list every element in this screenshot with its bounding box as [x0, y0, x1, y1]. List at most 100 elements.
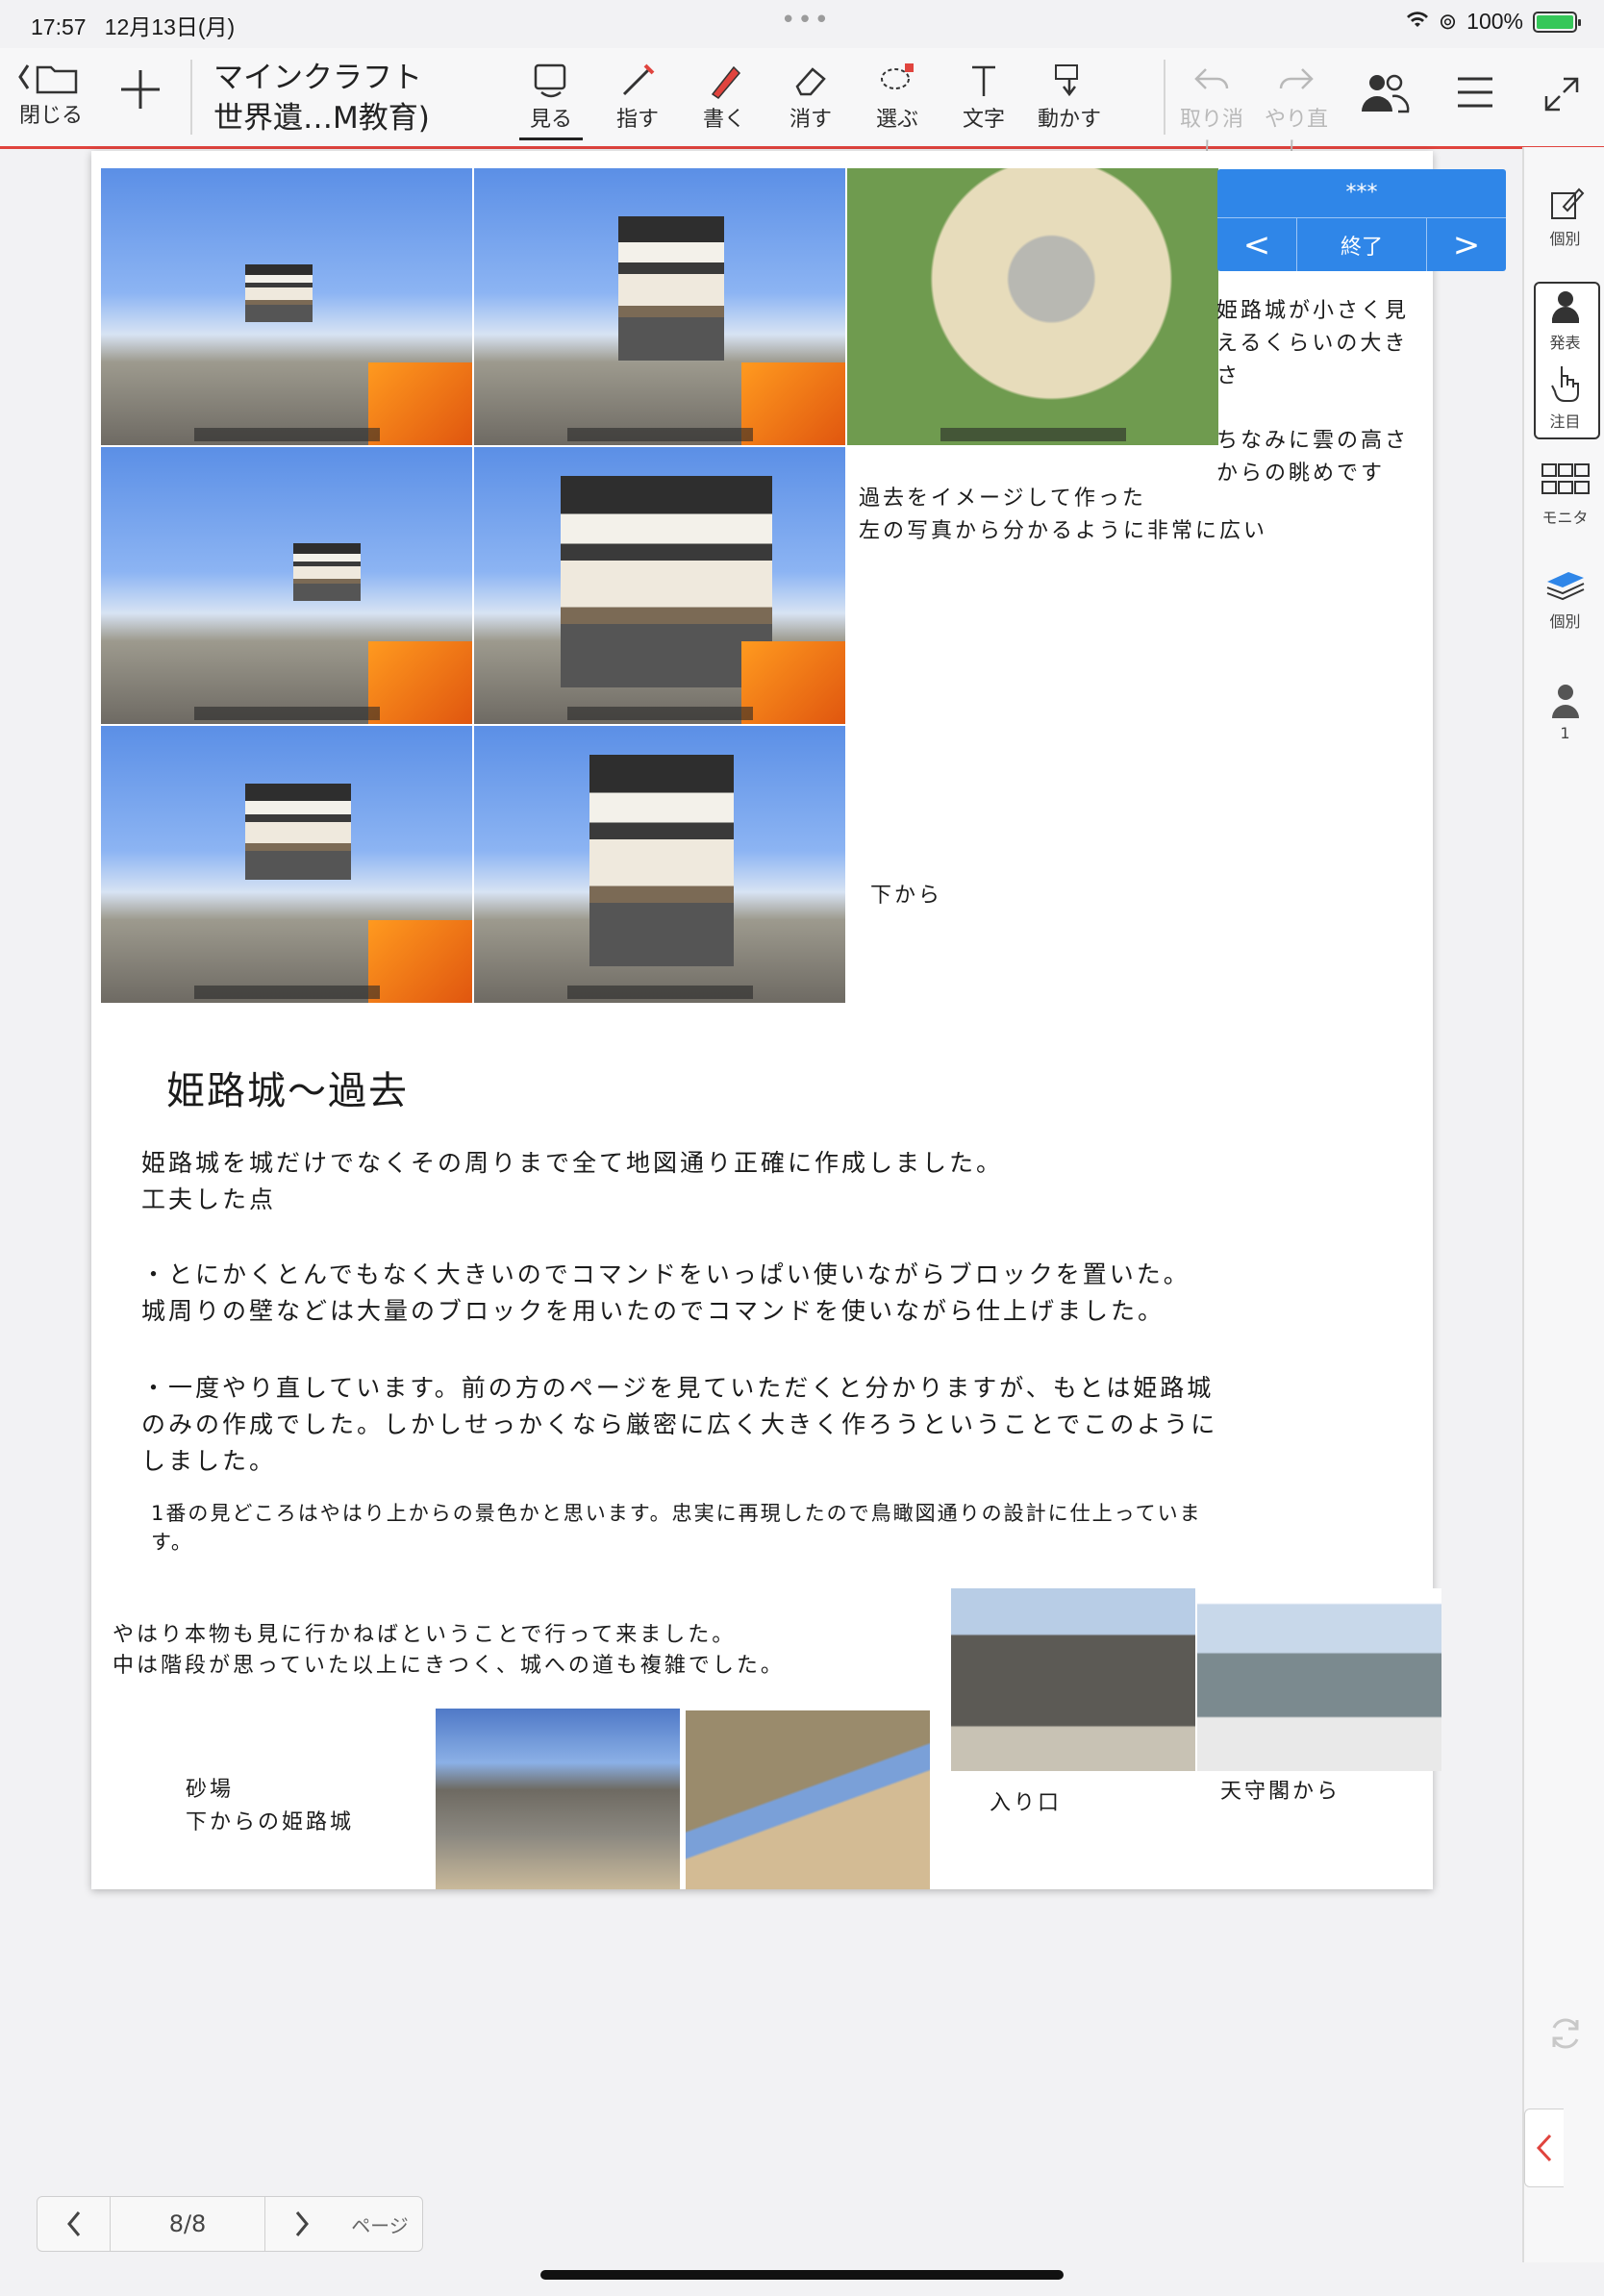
page-indicator[interactable]: 8/8	[111, 2197, 265, 2251]
tool-erase-button[interactable]: 消す	[779, 60, 842, 133]
paragraph-point-1: ・とにかくとんでもなく大きいのでコマンドをいっぱい使いながらブロックを置いた。 …	[141, 1260, 1190, 1325]
slide-next-button[interactable]: >	[1427, 218, 1506, 271]
tool-select-button[interactable]: 選ぶ	[865, 60, 929, 133]
tool-view-label: 見る	[529, 108, 572, 132]
document-title[interactable]: マインクラフト 世界遺…M教育)	[213, 58, 430, 138]
pointer-icon	[622, 63, 655, 96]
tool-move-button[interactable]: 動かす	[1035, 60, 1104, 133]
slide-prev-button[interactable]: <	[1217, 218, 1296, 271]
page-list-button[interactable]: ページ	[338, 2197, 422, 2251]
photo-sand-ground	[686, 1710, 930, 1889]
slide-navigator-title[interactable]: ***	[1217, 169, 1506, 218]
hand-point-icon	[1550, 366, 1579, 402]
sidebar-item-individual-layers[interactable]: 個別	[1524, 566, 1604, 632]
battery-percent: 100%	[1466, 9, 1523, 34]
hamburger-menu-icon	[1458, 77, 1492, 108]
undo-button[interactable]: 取り消し	[1171, 60, 1252, 163]
status-bar: 17:57 12月13日(月) ••• ⊚ 100%	[0, 0, 1604, 48]
menu-button[interactable]	[1448, 75, 1502, 113]
tool-text-button[interactable]: 文字	[952, 60, 1015, 133]
tool-write-button[interactable]: 書く	[692, 60, 756, 133]
redo-button[interactable]: やり直し	[1256, 60, 1337, 163]
sidebar-item-individual[interactable]: 個別	[1524, 184, 1604, 249]
prev-page-button[interactable]	[38, 2197, 111, 2251]
toolbar-divider	[190, 60, 192, 135]
toolbar: 閉じる マインクラフト 世界遺…M教育) 見る 指す 書く 消す 選ぶ 文字 動…	[0, 48, 1604, 162]
minecraft-screenshot	[474, 726, 845, 1003]
folder-back-icon	[18, 64, 78, 94]
photo-tower-view	[1197, 1588, 1441, 1771]
orientation-lock-icon: ⊚	[1438, 9, 1458, 34]
sidebar-item-attention[interactable]: 注目	[1524, 362, 1604, 432]
visit-text: やはり本物も見に行かねばということで行って来ました。 中は階段が思っていた以上に…	[113, 1623, 785, 1678]
tool-select-label: 選ぶ	[875, 108, 918, 132]
sidebar-item-label: モニタ	[1541, 509, 1589, 527]
wifi-icon	[1406, 9, 1429, 35]
sidebar-item-present[interactable]: 発表	[1524, 287, 1604, 353]
paragraph-intro: 姫路城を城だけでなくその周りまで全て地図通り正確に作成しました。 工夫した点	[141, 1149, 1004, 1213]
note-edit-icon	[1550, 187, 1584, 219]
tool-text-label: 文字	[962, 108, 1005, 132]
note-page[interactable]: 姫路城が小さく見 えるくらいの大き さ ちなみに雲の高さ からの眺めです 過去を…	[91, 151, 1441, 1889]
paragraph-highlight: 1番の見どころはやはり上からの景色かと思います。忠実に再現したので鳥瞰図通りの設…	[151, 1502, 1202, 1554]
photo-entrance	[951, 1588, 1195, 1771]
sidebar-collapse-button[interactable]	[1524, 2109, 1564, 2187]
toolbar-divider	[1164, 60, 1165, 135]
caption-sand-castle: 砂場 下からの姫路城	[186, 1778, 355, 1834]
tool-point-label: 指す	[615, 108, 659, 132]
next-page-button[interactable]	[265, 2197, 338, 2251]
eye-icon	[534, 63, 566, 98]
user-count-label: 1	[1560, 724, 1570, 742]
caption-tower: 天守閣から	[1220, 1780, 1341, 1804]
layers-icon	[1546, 572, 1584, 601]
battery-icon	[1533, 11, 1581, 33]
plus-icon	[121, 70, 160, 109]
expand-icon	[1544, 77, 1579, 112]
photo-castle-from-below	[436, 1709, 680, 1889]
chevron-right-icon	[295, 2211, 309, 2236]
close-label: 閉じる	[18, 104, 83, 128]
paragraph-point-2: ・一度やり直しています。前の方のページを見ていただくと分かりますが、もとは姫路城…	[141, 1374, 1218, 1475]
tool-move-label: 動かす	[1037, 108, 1101, 132]
minecraft-screenshot	[847, 168, 1218, 445]
caption-entrance: 入り口	[990, 1791, 1063, 1815]
page-heading: 姫路城～過去	[166, 1069, 409, 1113]
sync-button[interactable]	[1524, 2012, 1604, 2059]
sidebar-item-monitor[interactable]: モニタ	[1524, 462, 1604, 528]
chevron-left-icon	[1536, 2134, 1552, 2162]
right-sidebar: 個別 発表 注目 モニタ 個別 1	[1522, 147, 1604, 2262]
lasso-icon	[881, 63, 914, 89]
participants-button[interactable]	[1356, 69, 1414, 121]
text-icon	[972, 65, 995, 96]
status-time: 17:57 12月13日(月)	[31, 14, 236, 39]
close-button[interactable]: 閉じる	[13, 56, 88, 129]
slide-end-button[interactable]: 終了	[1296, 218, 1427, 271]
redo-icon	[1279, 68, 1314, 89]
multitask-dots-icon[interactable]: •••	[781, 6, 831, 35]
sidebar-item-label: 個別	[1549, 612, 1581, 631]
add-page-button[interactable]	[113, 65, 167, 117]
chevron-left-icon: <	[1242, 225, 1271, 264]
minecraft-screenshot	[474, 447, 845, 724]
active-tool-underline	[519, 137, 583, 140]
note-past-image: 過去をイメージして作った 左の写真から分かるように非常に広い	[859, 487, 1268, 543]
slide-navigator: *** < 終了 >	[1217, 169, 1506, 271]
document-title-line1: マインクラフト	[213, 61, 422, 95]
users-icon	[1362, 74, 1410, 113]
chevron-left-icon	[66, 2211, 80, 2236]
note-cloud-height: ちなみに雲の高さ からの眺めです	[1216, 429, 1410, 486]
page-pager: 8/8 ページ	[37, 2196, 423, 2252]
tool-point-button[interactable]: 指す	[606, 60, 669, 133]
move-icon	[1055, 64, 1078, 97]
sidebar-item-label: 発表	[1549, 334, 1581, 352]
sidebar-item-label: 個別	[1549, 230, 1581, 248]
pen-icon	[711, 65, 741, 99]
home-indicator[interactable]	[540, 2270, 1064, 2280]
sidebar-user-count[interactable]: 1	[1524, 682, 1604, 742]
refresh-icon	[1552, 2018, 1578, 2049]
fullscreen-button[interactable]	[1535, 75, 1589, 117]
minecraft-screenshot	[101, 168, 472, 445]
undo-icon	[1194, 68, 1229, 89]
note-size: 姫路城が小さく見 えるくらいの大き さ	[1216, 299, 1410, 388]
tool-view-button[interactable]: 見る	[519, 60, 583, 140]
